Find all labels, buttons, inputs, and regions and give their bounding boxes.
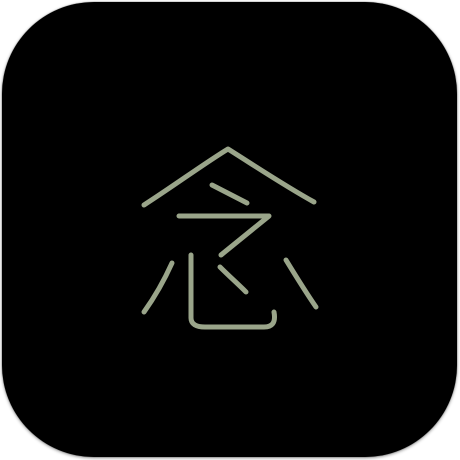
- page: 念: [0, 0, 460, 460]
- nian-glyph-icon: [141, 146, 319, 330]
